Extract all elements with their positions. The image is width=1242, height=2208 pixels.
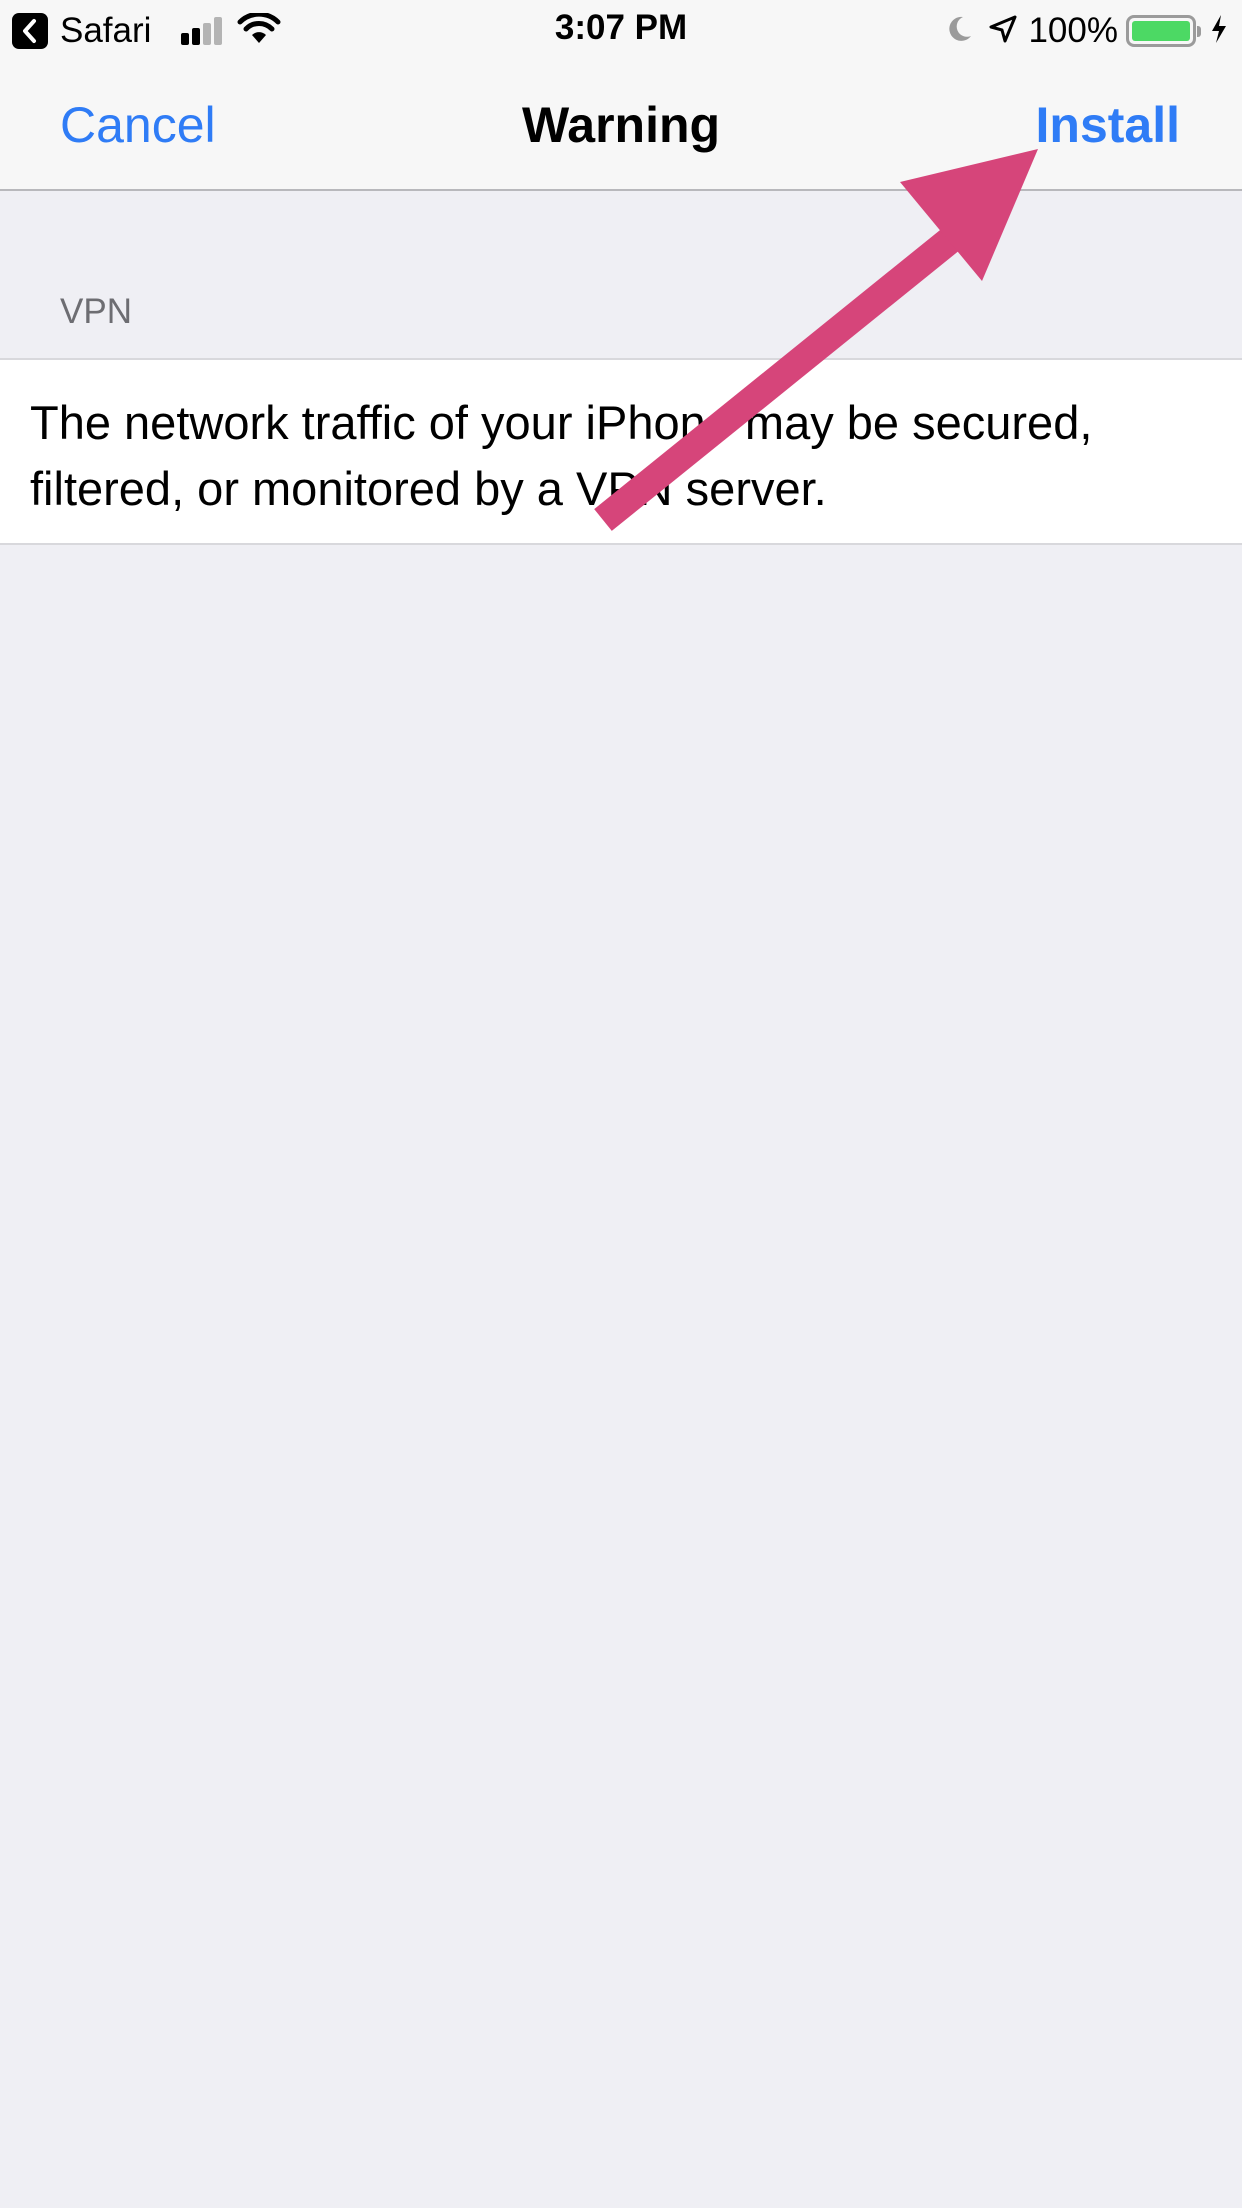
moon-icon xyxy=(944,14,974,49)
install-button[interactable]: Install xyxy=(1036,96,1180,154)
navigation-bar: Cancel Warning Install xyxy=(0,62,1242,191)
annotation-arrow-icon xyxy=(594,149,1038,531)
section-header-vpn: VPN xyxy=(60,292,132,331)
warning-message-text: The network traffic of your iPhone may b… xyxy=(30,396,1093,515)
warning-message-cell: The network traffic of your iPhone may b… xyxy=(0,358,1242,545)
battery-percent: 100% xyxy=(1028,11,1118,50)
location-arrow-icon xyxy=(988,14,1018,49)
charging-bolt-icon xyxy=(1210,14,1228,49)
battery-icon xyxy=(1126,15,1201,47)
status-bar: Safari 3:07 PM 100% xyxy=(0,0,1242,62)
status-right: 100% xyxy=(944,10,1228,52)
battery-fill xyxy=(1132,21,1190,41)
